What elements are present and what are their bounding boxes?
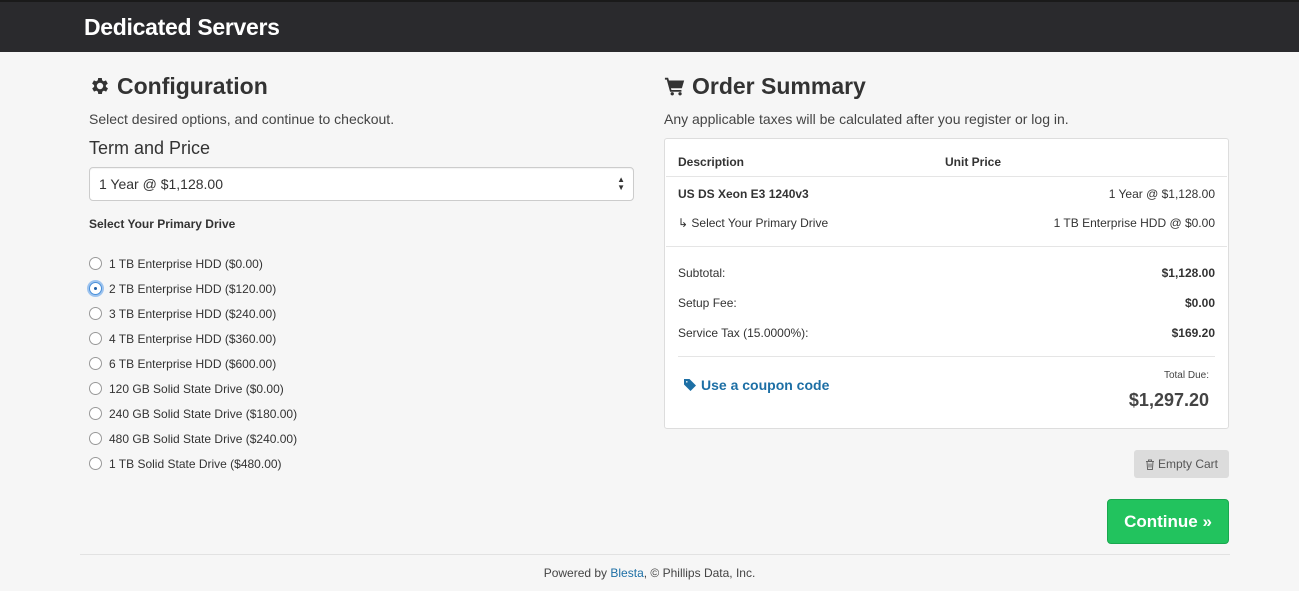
empty-cart-label: Empty Cart — [1157, 457, 1218, 471]
configuration-heading: Configuration — [89, 70, 634, 102]
order-summary-subtitle: Any applicable taxes will be calculated … — [664, 111, 1069, 127]
order-summary-panel: Description Unit Price US DS Xeon E3 124… — [664, 138, 1229, 429]
order-summary-heading: Order Summary — [664, 70, 1229, 102]
radio-button[interactable] — [89, 257, 102, 270]
drive-option-label: 2 TB Enterprise HDD ($120.00) — [109, 281, 277, 296]
select-arrows-icon: ▲ ▼ — [617, 175, 625, 192]
drive-option-label: 480 GB Solid State Drive ($240.00) — [109, 431, 298, 446]
drive-option[interactable]: 4 TB Enterprise HDD ($360.00) — [89, 326, 634, 351]
footer: Powered by Blesta, © Phillips Data, Inc. — [0, 566, 1299, 580]
line-item-price: 1 Year @ $1,128.00 — [1108, 187, 1215, 201]
line-item-option-name: Select Your Primary Drive — [691, 216, 829, 230]
term-price-label: Term and Price — [89, 138, 211, 158]
primary-drive-options: 1 TB Enterprise HDD ($0.00) 2 TB Enterpri… — [89, 251, 634, 476]
radio-button[interactable] — [89, 407, 102, 420]
drive-option[interactable]: 1 TB Enterprise HDD ($0.00) — [89, 251, 634, 276]
drive-option[interactable]: 120 GB Solid State Drive ($0.00) — [89, 376, 634, 401]
subtotal-value: $1,128.00 — [1161, 266, 1215, 280]
setup-fee-value: $0.00 — [1184, 296, 1215, 310]
radio-button[interactable] — [89, 357, 102, 370]
drive-option-label: 240 GB Solid State Drive ($180.00) — [109, 406, 298, 421]
subtotal-row: Subtotal: $1,128.00 — [678, 266, 1215, 280]
drive-option[interactable]: 6 TB Enterprise HDD ($600.00) — [89, 351, 634, 376]
drive-option-label: 6 TB Enterprise HDD ($600.00) — [109, 356, 277, 371]
line-item-row: US DS Xeon E3 1240v3 1 Year @ $1,128.00 — [678, 187, 1215, 201]
total-due-label: Total Due: — [1163, 370, 1209, 381]
primary-drive-label: Select Your Primary Drive — [89, 217, 236, 231]
configuration-title: Configuration — [117, 72, 268, 99]
setup-fee-label: Setup Fee: — [678, 296, 737, 310]
configuration-section: Configuration Select desired options, an… — [89, 70, 634, 476]
tax-value: $169.20 — [1171, 326, 1215, 340]
order-summary-section: Order Summary Any applicable taxes will … — [664, 70, 1229, 429]
line-item-option-row: ↳ Select Your Primary Drive 1 TB Enterpr… — [678, 216, 1215, 230]
reply-arrow-icon: ↳ — [678, 216, 689, 230]
footer-divider — [80, 554, 1230, 555]
subtotal-label: Subtotal: — [678, 266, 726, 280]
radio-button[interactable] — [89, 382, 102, 395]
drive-option[interactable]: 240 GB Solid State Drive ($180.00) — [89, 401, 634, 426]
term-price-select[interactable]: 1 Year @ $1,128.00 ▲ ▼ — [89, 167, 634, 201]
continue-label: Continue » — [1124, 511, 1212, 531]
radio-button[interactable] — [89, 432, 102, 445]
drive-option-label: 4 TB Enterprise HDD ($360.00) — [109, 331, 277, 346]
configuration-subtitle: Select desired options, and continue to … — [89, 111, 395, 127]
radio-button[interactable] — [89, 457, 102, 470]
shopping-cart-icon — [664, 77, 685, 96]
drive-option[interactable]: 480 GB Solid State Drive ($240.00) — [89, 426, 634, 451]
line-item-option-value: 1 TB Enterprise HDD @ $0.00 — [1053, 216, 1215, 230]
order-summary-title: Order Summary — [692, 72, 866, 99]
setup-fee-row: Setup Fee: $0.00 — [678, 296, 1215, 310]
footer-suffix: , © Phillips Data, Inc. — [643, 566, 756, 580]
drive-option-label: 1 TB Enterprise HDD ($0.00) — [109, 256, 263, 271]
top-bar: Dedicated Servers — [0, 0, 1299, 52]
blesta-link[interactable]: Blesta — [610, 566, 643, 580]
divider — [666, 246, 1227, 247]
tax-row: Service Tax (15.0000%): $169.20 — [678, 326, 1215, 340]
coupon-code-link[interactable]: Use a coupon code — [684, 377, 829, 393]
description-column-header: Description — [678, 155, 745, 169]
summary-table-header: Description Unit Price — [678, 155, 1215, 169]
tax-label: Service Tax (15.0000%): — [678, 326, 809, 340]
radio-button[interactable] — [89, 332, 102, 345]
unit-price-column-header: Unit Price — [945, 155, 1002, 169]
drive-option-label: 3 TB Enterprise HDD ($240.00) — [109, 306, 277, 321]
empty-cart-button[interactable]: Empty Cart — [1134, 450, 1229, 478]
divider — [678, 356, 1215, 357]
line-item-name: US DS Xeon E3 1240v3 — [678, 187, 809, 201]
drive-option[interactable]: 1 TB Solid State Drive ($480.00) — [89, 451, 634, 476]
drive-option[interactable]: 3 TB Enterprise HDD ($240.00) — [89, 301, 634, 326]
drive-option-label: 1 TB Solid State Drive ($480.00) — [109, 456, 282, 471]
continue-button[interactable]: Continue » — [1107, 499, 1229, 544]
radio-button[interactable] — [89, 307, 102, 320]
drive-option-label: 120 GB Solid State Drive ($0.00) — [109, 381, 284, 396]
radio-button[interactable] — [89, 282, 102, 295]
total-due-value: $1,297.20 — [1128, 390, 1209, 410]
coupon-code-label: Use a coupon code — [701, 377, 830, 393]
drive-option[interactable]: 2 TB Enterprise HDD ($120.00) — [89, 276, 634, 301]
trash-icon — [1145, 459, 1154, 470]
tag-icon — [684, 379, 696, 391]
divider — [666, 176, 1227, 177]
gear-icon — [92, 78, 108, 94]
footer-prefix: Powered by — [543, 566, 611, 580]
page-title: Dedicated Servers — [84, 14, 280, 40]
term-price-selected: 1 Year @ $1,128.00 — [99, 176, 223, 192]
